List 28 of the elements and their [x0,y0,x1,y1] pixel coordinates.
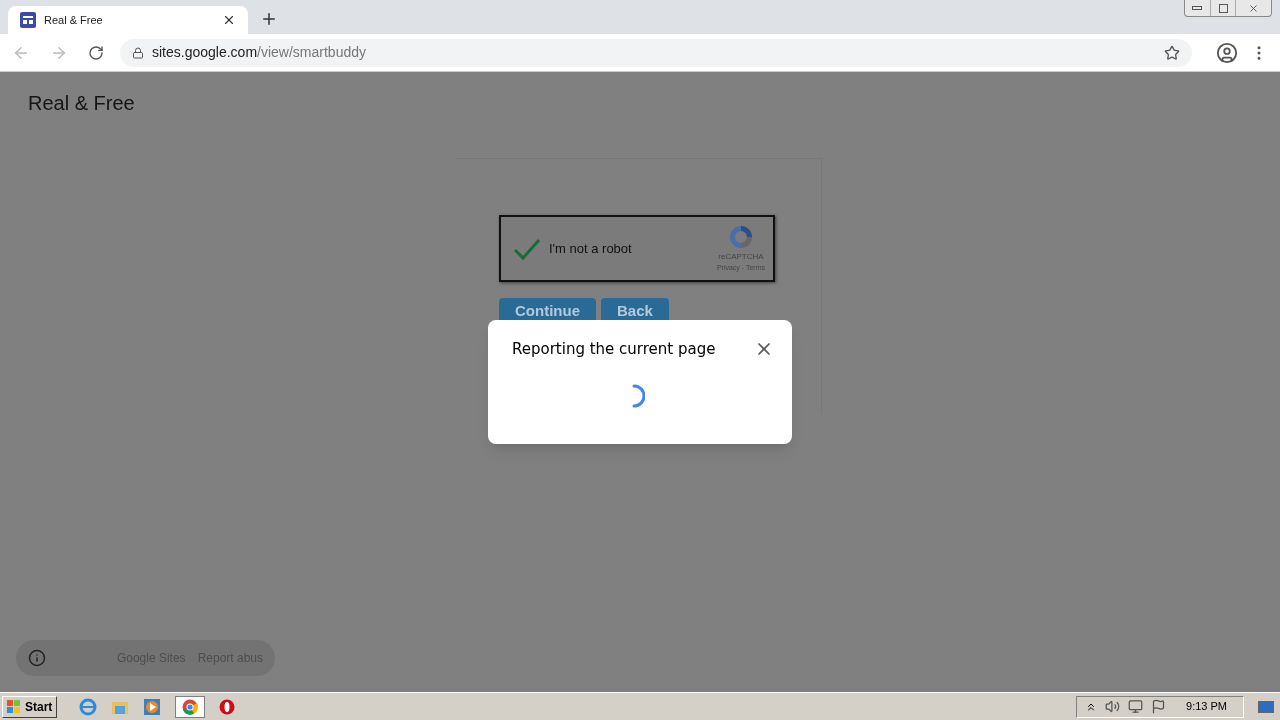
profile-icon[interactable] [1216,41,1238,64]
dialog-title: Reporting the current page [512,339,716,360]
chrome-taskbar-button[interactable] [175,695,206,718]
reload-icon[interactable] [88,44,104,61]
flag-icon[interactable] [1151,699,1167,714]
browser-tab[interactable]: Real & Free [8,6,248,34]
close-icon[interactable] [222,13,236,27]
info-icon[interactable] [28,649,46,667]
windows-logo-icon [7,699,21,714]
chrome-icon [182,698,199,715]
site-title: Real & Free [28,91,136,116]
tab-title: Real & Free [44,12,104,28]
volume-icon[interactable] [1105,699,1121,714]
captcha-label: I'm not a robot [549,239,633,258]
clock: 9:13 PM [1186,699,1227,715]
check-icon[interactable] [513,236,541,261]
opera-icon[interactable] [219,698,236,715]
new-tab-icon[interactable] [260,10,278,28]
network-icon[interactable] [1128,699,1144,714]
show-desktop-icon[interactable] [1258,700,1274,713]
lock-icon [132,46,144,59]
media-player-icon[interactable] [143,697,162,716]
site-icon [20,12,36,28]
address-bar[interactable]: sites.google.com/view/smartbuddy [120,38,1192,67]
url-text: sites.google.com/view/smartbuddy [152,43,367,62]
loading-spinner-icon [631,382,645,409]
bookmark-star-icon[interactable] [1164,44,1180,61]
start-button[interactable]: Start [2,695,58,718]
